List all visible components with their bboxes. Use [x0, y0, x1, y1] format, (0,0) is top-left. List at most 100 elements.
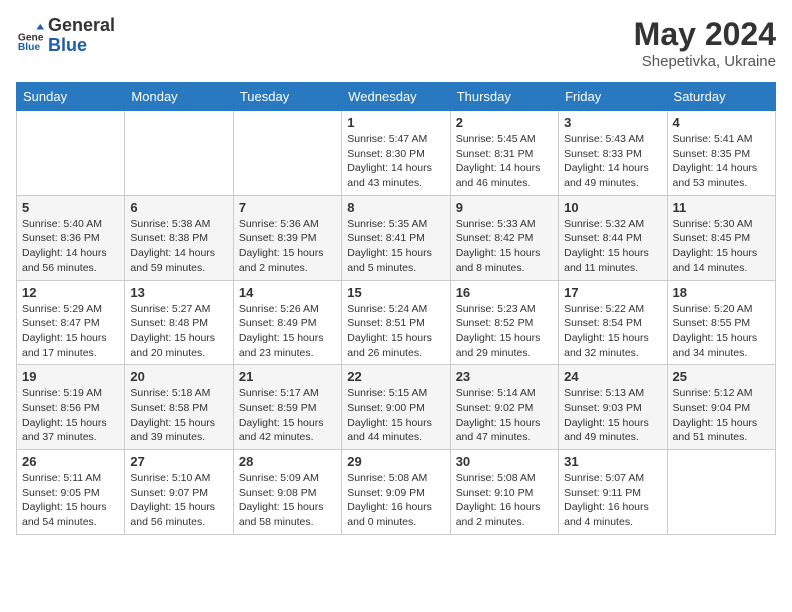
- day-number: 28: [239, 454, 336, 469]
- day-info: Sunrise: 5:12 AMSunset: 9:04 PMDaylight:…: [673, 386, 770, 445]
- calendar-cell: 9 Sunrise: 5:33 AMSunset: 8:42 PMDaylight…: [450, 195, 558, 280]
- calendar-cell: 11 Sunrise: 5:30 AMSunset: 8:45 PMDayligh…: [667, 195, 775, 280]
- day-number: 25: [673, 369, 770, 384]
- day-info: Sunrise: 5:43 AMSunset: 8:33 PMDaylight:…: [564, 132, 661, 191]
- day-number: 11: [673, 200, 770, 215]
- calendar-cell: 25 Sunrise: 5:12 AMSunset: 9:04 PMDayligh…: [667, 365, 775, 450]
- month-year: May 2024: [634, 16, 776, 53]
- day-info: Sunrise: 5:33 AMSunset: 8:42 PMDaylight:…: [456, 217, 553, 276]
- day-info: Sunrise: 5:14 AMSunset: 9:02 PMDaylight:…: [456, 386, 553, 445]
- weekday-header-row: SundayMondayTuesdayWednesdayThursdayFrid…: [17, 83, 776, 111]
- day-info: Sunrise: 5:45 AMSunset: 8:31 PMDaylight:…: [456, 132, 553, 191]
- calendar-cell: [125, 111, 233, 196]
- logo-icon: General Blue: [16, 22, 44, 50]
- weekday-header: Thursday: [450, 83, 558, 111]
- day-info: Sunrise: 5:36 AMSunset: 8:39 PMDaylight:…: [239, 217, 336, 276]
- day-info: Sunrise: 5:47 AMSunset: 8:30 PMDaylight:…: [347, 132, 444, 191]
- day-info: Sunrise: 5:09 AMSunset: 9:08 PMDaylight:…: [239, 471, 336, 530]
- day-info: Sunrise: 5:24 AMSunset: 8:51 PMDaylight:…: [347, 302, 444, 361]
- calendar-cell: 24Sunrise: 5:13 AMSunset: 9:03 PMDayligh…: [559, 365, 667, 450]
- weekday-header: Wednesday: [342, 83, 450, 111]
- day-number: 19: [22, 369, 119, 384]
- calendar-cell: 21 Sunrise: 5:17 AMSunset: 8:59 PMDayligh…: [233, 365, 341, 450]
- day-number: 14: [239, 285, 336, 300]
- day-number: 27: [130, 454, 227, 469]
- calendar-cell: [17, 111, 125, 196]
- day-info: Sunrise: 5:08 AMSunset: 9:09 PMDaylight:…: [347, 471, 444, 530]
- calendar-cell: 3 Sunrise: 5:43 AMSunset: 8:33 PMDaylight…: [559, 111, 667, 196]
- day-number: 13: [130, 285, 227, 300]
- day-number: 8: [347, 200, 444, 215]
- day-info: Sunrise: 5:13 AMSunset: 9:03 PMDaylight:…: [564, 386, 661, 445]
- location: Shepetivka, Ukraine: [634, 53, 776, 70]
- weekday-header: Tuesday: [233, 83, 341, 111]
- day-info: Sunrise: 5:18 AMSunset: 8:58 PMDaylight:…: [130, 386, 227, 445]
- day-number: 16: [456, 285, 553, 300]
- day-number: 9: [456, 200, 553, 215]
- calendar-week-row: 12 Sunrise: 5:29 AMSunset: 8:47 PMDayligh…: [17, 280, 776, 365]
- calendar-week-row: 1Sunrise: 5:47 AMSunset: 8:30 PMDaylight…: [17, 111, 776, 196]
- day-info: Sunrise: 5:27 AMSunset: 8:48 PMDaylight:…: [130, 302, 227, 361]
- calendar-cell: 12 Sunrise: 5:29 AMSunset: 8:47 PMDayligh…: [17, 280, 125, 365]
- calendar-cell: 4Sunrise: 5:41 AMSunset: 8:35 PMDaylight…: [667, 111, 775, 196]
- day-number: 31: [564, 454, 661, 469]
- day-info: Sunrise: 5:26 AMSunset: 8:49 PMDaylight:…: [239, 302, 336, 361]
- calendar-cell: 14 Sunrise: 5:26 AMSunset: 8:49 PMDayligh…: [233, 280, 341, 365]
- calendar-cell: 18 Sunrise: 5:20 AMSunset: 8:55 PMDayligh…: [667, 280, 775, 365]
- day-info: Sunrise: 5:17 AMSunset: 8:59 PMDaylight:…: [239, 386, 336, 445]
- calendar-cell: 10 Sunrise: 5:32 AMSunset: 8:44 PMDayligh…: [559, 195, 667, 280]
- calendar-cell: 1Sunrise: 5:47 AMSunset: 8:30 PMDaylight…: [342, 111, 450, 196]
- calendar-week-row: 19Sunrise: 5:19 AMSunset: 8:56 PMDayligh…: [17, 365, 776, 450]
- day-number: 20: [130, 369, 227, 384]
- day-number: 30: [456, 454, 553, 469]
- day-number: 12: [22, 285, 119, 300]
- calendar-table: SundayMondayTuesdayWednesdayThursdayFrid…: [16, 82, 776, 535]
- weekday-header: Sunday: [17, 83, 125, 111]
- weekday-header: Friday: [559, 83, 667, 111]
- calendar-cell: 8Sunrise: 5:35 AMSunset: 8:41 PMDaylight…: [342, 195, 450, 280]
- day-number: 5: [22, 200, 119, 215]
- day-info: Sunrise: 5:40 AMSunset: 8:36 PMDaylight:…: [22, 217, 119, 276]
- day-info: Sunrise: 5:15 AMSunset: 9:00 PMDaylight:…: [347, 386, 444, 445]
- svg-text:Blue: Blue: [18, 42, 41, 50]
- calendar-cell: 22Sunrise: 5:15 AMSunset: 9:00 PMDayligh…: [342, 365, 450, 450]
- day-number: 7: [239, 200, 336, 215]
- day-info: Sunrise: 5:30 AMSunset: 8:45 PMDaylight:…: [673, 217, 770, 276]
- day-info: Sunrise: 5:38 AMSunset: 8:38 PMDaylight:…: [130, 217, 227, 276]
- calendar-cell: 17 Sunrise: 5:22 AMSunset: 8:54 PMDayligh…: [559, 280, 667, 365]
- day-number: 2: [456, 115, 553, 130]
- day-info: Sunrise: 5:08 AMSunset: 9:10 PMDaylight:…: [456, 471, 553, 530]
- logo-text: General Blue: [48, 16, 115, 56]
- day-number: 26: [22, 454, 119, 469]
- day-number: 23: [456, 369, 553, 384]
- calendar-cell: 15 Sunrise: 5:24 AMSunset: 8:51 PMDayligh…: [342, 280, 450, 365]
- day-number: 10: [564, 200, 661, 215]
- day-number: 18: [673, 285, 770, 300]
- page-header: General Blue General Blue May 2024 Shepe…: [16, 16, 776, 70]
- calendar-cell: 7 Sunrise: 5:36 AMSunset: 8:39 PMDaylight…: [233, 195, 341, 280]
- calendar-cell: [667, 450, 775, 535]
- day-info: Sunrise: 5:10 AMSunset: 9:07 PMDaylight:…: [130, 471, 227, 530]
- day-info: Sunrise: 5:32 AMSunset: 8:44 PMDaylight:…: [564, 217, 661, 276]
- calendar-cell: 6Sunrise: 5:38 AMSunset: 8:38 PMDaylight…: [125, 195, 233, 280]
- calendar-cell: 27 Sunrise: 5:10 AMSunset: 9:07 PMDayligh…: [125, 450, 233, 535]
- calendar-cell: 29Sunrise: 5:08 AMSunset: 9:09 PMDayligh…: [342, 450, 450, 535]
- day-number: 21: [239, 369, 336, 384]
- calendar-cell: [233, 111, 341, 196]
- calendar-cell: 30 Sunrise: 5:08 AMSunset: 9:10 PMDayligh…: [450, 450, 558, 535]
- day-info: Sunrise: 5:41 AMSunset: 8:35 PMDaylight:…: [673, 132, 770, 191]
- day-info: Sunrise: 5:29 AMSunset: 8:47 PMDaylight:…: [22, 302, 119, 361]
- calendar-cell: 16 Sunrise: 5:23 AMSunset: 8:52 PMDayligh…: [450, 280, 558, 365]
- calendar-cell: 28 Sunrise: 5:09 AMSunset: 9:08 PMDayligh…: [233, 450, 341, 535]
- calendar-cell: 31Sunrise: 5:07 AMSunset: 9:11 PMDayligh…: [559, 450, 667, 535]
- day-info: Sunrise: 5:23 AMSunset: 8:52 PMDaylight:…: [456, 302, 553, 361]
- day-info: Sunrise: 5:22 AMSunset: 8:54 PMDaylight:…: [564, 302, 661, 361]
- day-info: Sunrise: 5:20 AMSunset: 8:55 PMDaylight:…: [673, 302, 770, 361]
- logo: General Blue General Blue: [16, 16, 115, 56]
- day-number: 3: [564, 115, 661, 130]
- calendar-cell: 13 Sunrise: 5:27 AMSunset: 8:48 PMDayligh…: [125, 280, 233, 365]
- calendar-cell: 19Sunrise: 5:19 AMSunset: 8:56 PMDayligh…: [17, 365, 125, 450]
- day-number: 17: [564, 285, 661, 300]
- day-number: 15: [347, 285, 444, 300]
- calendar-week-row: 5 Sunrise: 5:40 AMSunset: 8:36 PMDaylight…: [17, 195, 776, 280]
